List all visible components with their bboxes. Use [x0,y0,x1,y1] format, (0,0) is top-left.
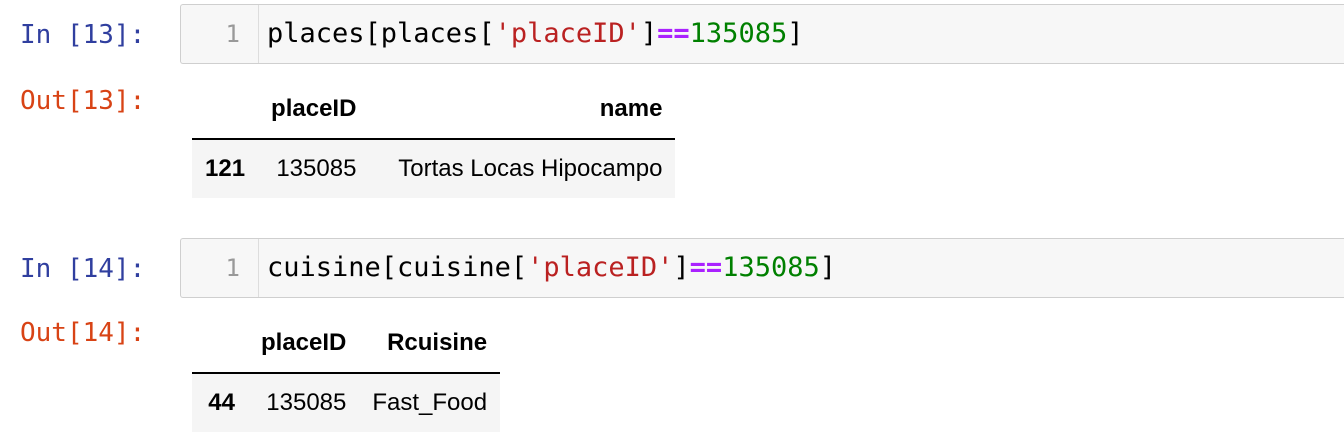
code-bracket: ] [640,18,658,49]
cell-rcuisine: Fast_Food [372,389,488,416]
output-prompt-14: Out[14]: [20,318,146,348]
code-editor-13[interactable]: places[places['placeID']==135085] [267,19,803,49]
row-index: 121 [205,155,246,182]
column-header-placeid: placeID [258,80,370,140]
index-header [192,314,248,374]
output-prompt-13: Out[13]: [20,86,146,116]
code-string: 'placeID' [494,18,641,49]
code-string: 'placeID' [527,252,674,283]
column-header-placeid: placeID [248,314,360,374]
column-header-rcuisine: Rcuisine [359,314,501,374]
code-operator: == [689,252,723,283]
cell-placeid: 135085 [266,389,347,416]
input-prompt-13: In [13]: [20,20,146,50]
table-row: 44 135085 Fast_Food [192,373,501,432]
cell-name: Tortas Locas Hipocampo [398,155,663,182]
column-header-name: name [369,80,676,140]
code-operator: == [657,18,690,49]
line-number: 1 [225,254,240,282]
index-header [192,80,259,140]
table-header-row: placeID name [192,80,676,140]
code-text: places[places[ [267,18,495,49]
code-cell-14[interactable]: 1 cuisine[cuisine['placeID']==135085] [180,238,1344,298]
table-header-row: placeID Rcuisine [192,314,501,374]
cell-placeid: 135085 [276,155,357,182]
code-bracket-close: ] [787,18,804,49]
code-text: cuisine[cuisine[ [267,252,528,283]
output-dataframe-13: placeID name 121 135085 Tortas Locas Hip… [192,80,676,198]
line-number: 1 [225,20,240,48]
input-prompt-14: In [14]: [20,254,146,284]
code-number: 135085 [722,252,820,283]
code-cell-13[interactable]: 1 places[places['placeID']==135085] [180,4,1344,64]
line-number-gutter: 1 [181,5,259,63]
output-dataframe-14: placeID Rcuisine 44 135085 Fast_Food [192,314,501,432]
code-bracket: ] [673,252,690,283]
code-bracket-close: ] [819,252,836,283]
code-number: 135085 [689,18,788,49]
line-number-gutter: 1 [181,239,259,297]
table-row: 121 135085 Tortas Locas Hipocampo [192,139,676,198]
code-editor-14[interactable]: cuisine[cuisine['placeID']==135085] [267,253,836,283]
row-index: 44 [208,389,235,416]
